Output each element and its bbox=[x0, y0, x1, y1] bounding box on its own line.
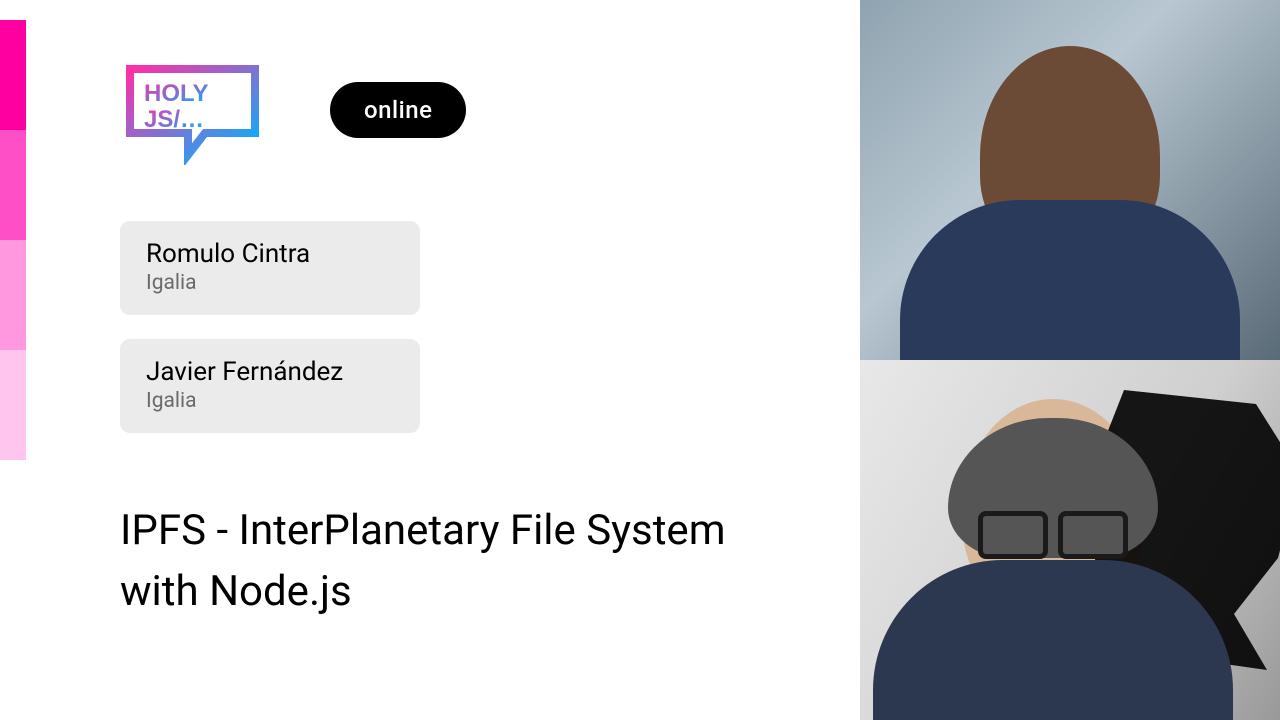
speaker-card: Javier Fernández Igalia bbox=[120, 339, 420, 433]
content-column: HOLY JS/… online Romulo Cintra Igalia Ja… bbox=[120, 55, 800, 623]
logo-text-1: HOLY bbox=[144, 80, 208, 107]
header-row: HOLY JS/… online bbox=[120, 55, 800, 165]
speaker-photo-2 bbox=[860, 360, 1280, 720]
accent-stripe bbox=[0, 350, 26, 460]
speaker-photo-1 bbox=[860, 0, 1280, 360]
glasses-icon bbox=[978, 511, 1128, 551]
online-badge: online bbox=[330, 82, 466, 138]
accent-stripe bbox=[0, 240, 26, 350]
accent-stripe bbox=[0, 20, 26, 130]
speaker-card: Romulo Cintra Igalia bbox=[120, 221, 420, 315]
speaker-name: Romulo Cintra bbox=[146, 239, 394, 269]
accent-bar bbox=[0, 20, 26, 460]
accent-stripe bbox=[0, 130, 26, 240]
talk-title: IPFS - InterPlanetary File System with N… bbox=[120, 501, 760, 623]
speaker-org: Igalia bbox=[146, 389, 394, 413]
logo-text-2: JS/… bbox=[144, 106, 204, 133]
speaker-org: Igalia bbox=[146, 271, 394, 295]
speaker-name: Javier Fernández bbox=[146, 357, 394, 387]
holyjs-logo: HOLY JS/… bbox=[120, 55, 270, 165]
speaker-photos bbox=[860, 0, 1280, 720]
slide: HOLY JS/… online Romulo Cintra Igalia Ja… bbox=[0, 0, 1280, 720]
